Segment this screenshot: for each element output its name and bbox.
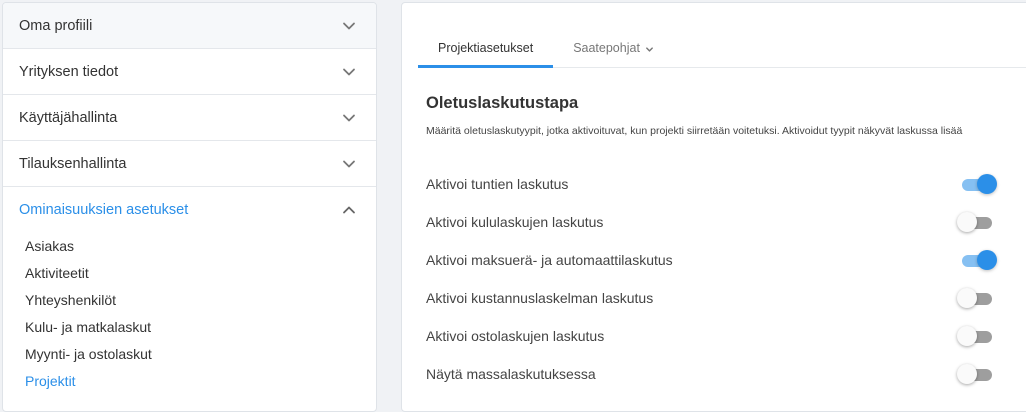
toggle-maksuera-ja-automaattilaskutus[interactable] xyxy=(957,250,997,270)
accordion-label: Käyttäjähallinta xyxy=(19,109,118,126)
tab-label: Saatepohjat xyxy=(573,41,640,55)
accordion-kayttajahallinta[interactable]: Käyttäjähallinta xyxy=(3,95,376,141)
chevron-down-icon xyxy=(343,114,355,121)
toggle-knob xyxy=(977,174,997,194)
toggle-tuntien-laskutus[interactable] xyxy=(957,174,997,194)
toggle-kululaskujen-laskutus[interactable] xyxy=(957,212,997,232)
chevron-up-icon xyxy=(343,206,355,214)
sidebar-item-asiakas[interactable]: Asiakas xyxy=(25,233,376,260)
chevron-down-icon xyxy=(343,160,355,167)
toggle-row: Aktivoi kustannuslaskelman laskutus xyxy=(426,279,1026,317)
toggle-knob xyxy=(977,250,997,270)
sidebar-item-projektit[interactable]: Projektit xyxy=(25,368,376,395)
toggle-label: Näytä massalaskutuksessa xyxy=(426,366,596,382)
tab-bar: Projektiasetukset Saatepohjat xyxy=(418,35,1026,68)
section-title: Oletuslaskutustapa xyxy=(426,94,579,112)
chevron-down-icon xyxy=(646,47,653,52)
accordion-ominaisuuksien-asetukset[interactable]: Ominaisuuksien asetukset xyxy=(3,187,376,233)
toggle-knob xyxy=(957,326,977,346)
toggle-label: Aktivoi ostolaskujen laskutus xyxy=(426,328,605,344)
toggle-label: Aktivoi kustannuslaskelman laskutus xyxy=(426,290,654,306)
billing-toggle-list: Aktivoi tuntien laskutus Aktivoi kululas… xyxy=(426,165,1026,393)
toggle-kustannuslaskelman-laskutus[interactable] xyxy=(957,288,997,308)
sidebar-item-yhteyshenkilot[interactable]: Yhteyshenkilöt xyxy=(25,287,376,314)
toggle-knob xyxy=(957,288,977,308)
toggle-label: Aktivoi tuntien laskutus xyxy=(426,176,569,192)
accordion-oma-profiili[interactable]: Oma profiili xyxy=(3,3,376,49)
settings-sidebar: Oma profiili Yrityksen tiedot Käyttäjäha… xyxy=(2,2,377,412)
accordion-label: Ominaisuuksien asetukset xyxy=(19,202,189,218)
toggle-label: Aktivoi maksuerä- ja automaattilaskutus xyxy=(426,252,673,268)
tab-saatepohjat[interactable]: Saatepohjat xyxy=(553,35,674,67)
toggle-knob xyxy=(957,364,977,384)
accordion-label: Oma profiili xyxy=(19,17,93,34)
toggle-row: Näytä massalaskutuksessa xyxy=(426,355,1026,393)
accordion-yrityksen-tiedot[interactable]: Yrityksen tiedot xyxy=(3,49,376,95)
settings-panel: Projektiasetukset Saatepohjat Oletuslask… xyxy=(401,2,1026,412)
tab-projektiasetukset[interactable]: Projektiasetukset xyxy=(418,35,554,68)
accordion-tilauksenhallinta[interactable]: Tilauksenhallinta xyxy=(3,141,376,187)
toggle-ostolaskujen-laskutus[interactable] xyxy=(957,326,997,346)
sidebar-item-myynti-ja-ostolaskut[interactable]: Myynti- ja ostolaskut xyxy=(25,341,376,368)
sidebar-item-kulu-ja-matkalaskut[interactable]: Kulu- ja matkalaskut xyxy=(25,314,376,341)
toggle-row: Aktivoi tuntien laskutus xyxy=(426,165,1026,203)
toggle-knob xyxy=(957,212,977,232)
sidebar-item-aktiviteetit[interactable]: Aktiviteetit xyxy=(25,260,376,287)
toggle-row: Aktivoi maksuerä- ja automaattilaskutus xyxy=(426,241,1026,279)
chevron-down-icon xyxy=(343,68,355,75)
section-description: Määritä oletuslaskutyypit, jotka aktivoi… xyxy=(426,125,963,137)
chevron-down-icon xyxy=(343,22,355,29)
toggle-massalaskutus[interactable] xyxy=(957,364,997,384)
accordion-label: Tilauksenhallinta xyxy=(19,155,127,172)
toggle-row: Aktivoi ostolaskujen laskutus xyxy=(426,317,1026,355)
accordion-label: Yrityksen tiedot xyxy=(19,63,119,80)
toggle-row: Aktivoi kululaskujen laskutus xyxy=(426,203,1026,241)
tab-label: Projektiasetukset xyxy=(438,41,534,55)
toggle-label: Aktivoi kululaskujen laskutus xyxy=(426,214,604,230)
feature-settings-list: Asiakas Aktiviteetit Yhteyshenkilöt Kulu… xyxy=(3,233,376,395)
